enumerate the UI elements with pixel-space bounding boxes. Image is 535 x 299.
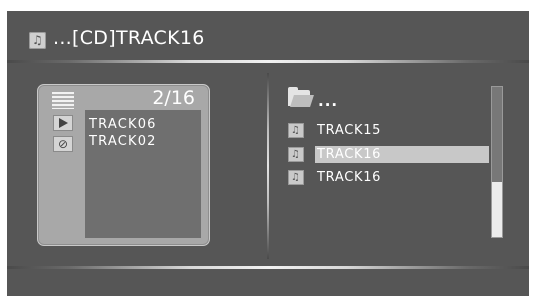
panel-divider bbox=[267, 73, 269, 259]
playlist-panel: 2/16 TRACK06 TRACK02 bbox=[37, 84, 210, 246]
page-indicator: 2/16 bbox=[152, 87, 195, 109]
music-note-icon bbox=[29, 32, 46, 49]
play-icon[interactable] bbox=[53, 115, 73, 131]
playlist-items: TRACK06 TRACK02 bbox=[85, 110, 201, 238]
footer-divider bbox=[7, 266, 529, 269]
folder-icon[interactable] bbox=[288, 87, 314, 107]
playlist-item[interactable]: TRACK06 bbox=[89, 117, 157, 132]
music-file-icon bbox=[288, 123, 304, 138]
scrollbar[interactable] bbox=[491, 86, 503, 238]
playlist-item[interactable]: TRACK02 bbox=[89, 134, 157, 149]
trash-icon[interactable] bbox=[53, 136, 73, 152]
file-name: TRACK16 bbox=[317, 170, 382, 185]
header-divider bbox=[7, 60, 529, 63]
parent-folder-label[interactable]: ... bbox=[318, 92, 338, 110]
media-player-screen: ...[CD]TRACK16 2/16 TRACK06 TRACK02 ... … bbox=[7, 11, 529, 296]
music-file-icon bbox=[288, 147, 304, 162]
file-name: TRACK15 bbox=[317, 123, 382, 138]
list-icon[interactable] bbox=[52, 92, 74, 109]
file-row[interactable]: TRACK15 bbox=[288, 122, 488, 139]
file-row-selected[interactable]: TRACK16 bbox=[288, 146, 489, 163]
file-row[interactable]: TRACK16 bbox=[288, 169, 488, 186]
music-file-icon bbox=[288, 170, 304, 185]
scrollbar-thumb[interactable] bbox=[492, 87, 502, 182]
file-name: TRACK16 bbox=[317, 147, 382, 162]
current-track-title: ...[CD]TRACK16 bbox=[53, 27, 205, 49]
